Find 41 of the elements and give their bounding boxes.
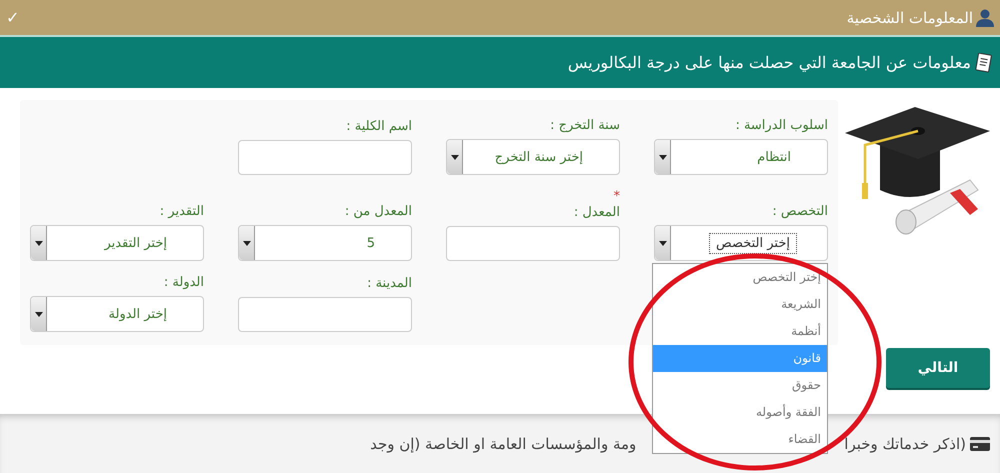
select-field[interactable]: إختر الدولة bbox=[30, 296, 204, 332]
dropdown-option[interactable]: القضاء bbox=[653, 426, 827, 453]
input-field[interactable] bbox=[446, 226, 620, 261]
section-title: ومة والمؤسسات العامة او الخاصة (إن وجد bbox=[370, 434, 636, 452]
caret-icon bbox=[450, 154, 458, 160]
dropdown-option[interactable]: الفقة وأصوله bbox=[653, 399, 827, 426]
select-field[interactable]: انتظام bbox=[654, 139, 828, 175]
caret-icon bbox=[34, 240, 42, 246]
card-icon bbox=[970, 436, 990, 450]
required-mark: * bbox=[612, 189, 620, 205]
field-label: سنة التخرج : bbox=[550, 118, 620, 133]
document-icon bbox=[974, 52, 992, 72]
check-mark: ✓ bbox=[6, 8, 20, 27]
caret-icon bbox=[658, 240, 666, 246]
dropdown-option[interactable]: حقوق bbox=[653, 372, 827, 399]
dropdown-option[interactable]: إختر التخصص bbox=[653, 264, 827, 291]
input-field[interactable] bbox=[238, 140, 412, 175]
input-field[interactable] bbox=[238, 297, 412, 332]
field-label: التخصص : bbox=[772, 204, 828, 219]
select-field[interactable]: إختر التقدير bbox=[30, 225, 204, 261]
field-label: التقدير : bbox=[160, 204, 204, 219]
dropdown-option[interactable]: أنظمة bbox=[653, 318, 827, 345]
dropdown-option[interactable]: قانون bbox=[653, 345, 827, 372]
section-title: (اذكر خدماتك وخبرا bbox=[844, 434, 966, 452]
caret-icon bbox=[658, 154, 666, 160]
select-field[interactable]: 5 bbox=[238, 225, 412, 261]
caret-icon bbox=[34, 312, 42, 316]
select-field[interactable]: إختر التخصص bbox=[654, 225, 828, 261]
section-title: المعلومات الشخصية bbox=[846, 8, 973, 26]
person-icon bbox=[976, 8, 994, 26]
field-label: المدينة : bbox=[367, 276, 412, 291]
field-label: المعدل : bbox=[574, 205, 620, 220]
section-title: معلومات عن الجامعة التي حصلت منها على درجة البكالوريس bbox=[568, 53, 971, 72]
field-label: الدولة : bbox=[164, 275, 204, 290]
dropdown-option[interactable]: الشريعة bbox=[653, 291, 827, 318]
field-label: اسلوب الدراسة : bbox=[735, 118, 828, 133]
field-label: المعدل من : bbox=[344, 204, 412, 219]
caret-icon bbox=[242, 240, 250, 246]
field-label: اسم الكلية : bbox=[346, 119, 412, 134]
next-button[interactable]: التالي bbox=[886, 348, 990, 388]
select-field[interactable]: إختر سنة التخرج bbox=[446, 139, 620, 175]
